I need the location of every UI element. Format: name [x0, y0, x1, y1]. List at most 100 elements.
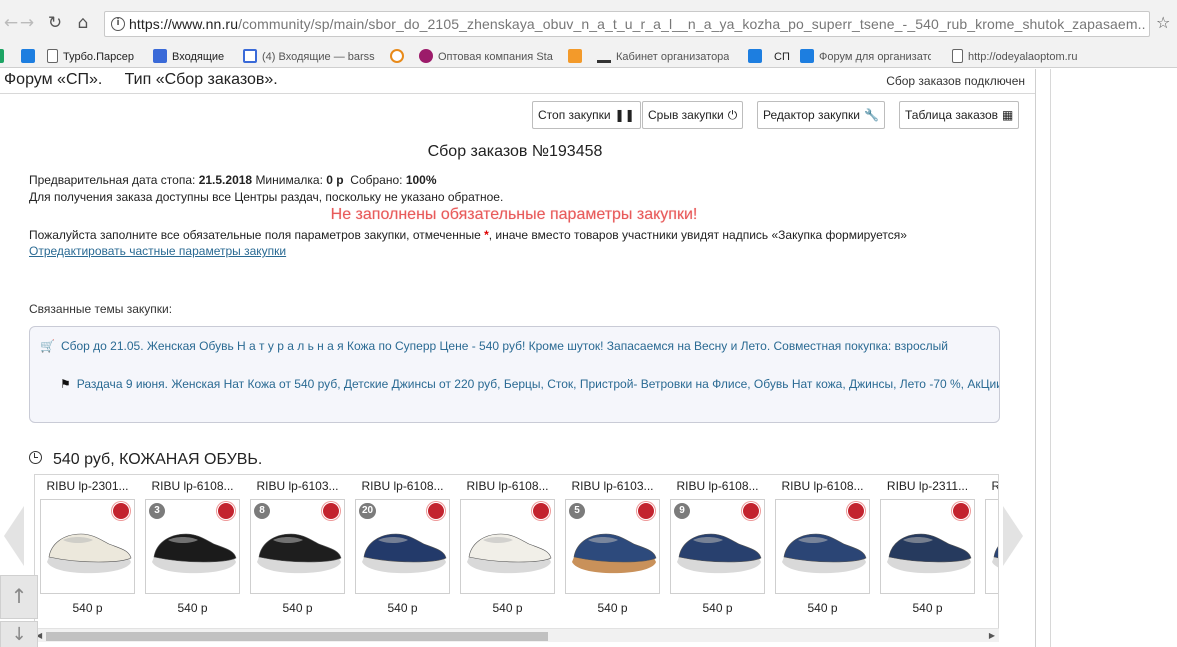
horizontal-scrollbar[interactable]: ◀ ▶ [34, 628, 999, 642]
scroll-to-top-button[interactable]: ↑ [0, 575, 38, 619]
fill-note-text: Пожалуйста заполните все обязательные по… [29, 228, 485, 242]
product-price: 540 р [177, 601, 208, 615]
product-name[interactable]: RIBU lp-6108... [455, 479, 560, 493]
product-name[interactable]: RIBU lp-6108... [980, 479, 998, 493]
stock-count-badge: 3 [149, 503, 165, 519]
bookmark-odeyala[interactable]: http://odeyalaoptom.ru [952, 49, 1086, 65]
product-image[interactable]: 5 [565, 499, 660, 594]
related-topics-box: 🛒 Сбор до 21.05. Женская Обувь Н а т у р … [29, 326, 1000, 423]
product-name[interactable]: RIBU lp-2311... [875, 479, 980, 493]
related-topic-text: Раздача 9 июня. Женская Нат Кожа от 540 … [76, 377, 1000, 391]
brand-logo-icon [532, 502, 550, 520]
bookmark-label: http://odeyalaoptom.ru [968, 51, 1078, 63]
inbox-icon [243, 49, 257, 63]
flag-icon: ⚑ [60, 377, 71, 391]
bookmark-cabinet[interactable]: Кабинет организатора [597, 49, 729, 65]
table-icon: ▦ [1002, 108, 1014, 122]
product-name[interactable]: RIBU lp-2301... [35, 479, 140, 493]
stock-count-badge: 20 [359, 503, 377, 519]
wrench-icon: 🔧 [864, 108, 879, 122]
product-image[interactable] [985, 499, 998, 594]
bookmarks-bar: Турбо.Парсер Входящие (4) Входящие — bar… [0, 46, 1177, 68]
brand-logo-icon [112, 502, 130, 520]
product-name[interactable]: RIBU lp-6108... [665, 479, 770, 493]
purchase-editor-button[interactable]: Редактор закупки 🔧 [757, 101, 885, 129]
divider [1035, 69, 1036, 647]
bookmark-forum-org[interactable]: Форум для организато [800, 49, 931, 65]
brand-logo-icon [952, 502, 970, 520]
product-card[interactable]: RIBU lp-6108... 540 р [770, 475, 875, 615]
product-price: 540 р [387, 601, 418, 615]
product-card[interactable]: RIBU lp-6108... 540 р [455, 475, 560, 615]
product-name[interactable]: RIBU lp-6108... [770, 479, 875, 493]
bookmark-r[interactable] [568, 49, 587, 65]
cart-icon [597, 49, 611, 63]
bookmark-sp[interactable]: СП [748, 49, 790, 65]
fill-params-note: Пожалуйста заполните все обязательные по… [29, 228, 907, 242]
bookmark-inbox[interactable]: Входящие [153, 49, 224, 65]
scroll-to-bottom-button[interactable]: ↓ [0, 621, 38, 647]
section-title: 540 руб, КОЖАНАЯ ОБУВЬ. [53, 451, 263, 468]
stock-count-badge: 8 [254, 503, 270, 519]
cart-icon: 🛒 [40, 339, 55, 353]
stop-purchase-button[interactable]: Стоп закупки ❚❚ [532, 101, 641, 129]
cancel-purchase-label: Срыв закупки [648, 108, 724, 122]
shoe-icon [992, 546, 998, 568]
bookmark-apps[interactable] [0, 49, 9, 65]
forward-icon[interactable]: → [18, 14, 36, 32]
bookmark-turbo-parser[interactable]: Турбо.Парсер [47, 49, 134, 65]
info-icon[interactable]: i [111, 17, 125, 31]
product-card[interactable]: RIBU lp-6108... 9 540 р [665, 475, 770, 615]
product-image[interactable] [775, 499, 870, 594]
product-name[interactable]: RIBU lp-6108... [350, 479, 455, 493]
home-icon[interactable]: ⌂ [74, 14, 92, 32]
product-image[interactable]: 20 [355, 499, 450, 594]
reload-icon[interactable]: ↻ [46, 14, 64, 32]
collected-label: Собрано: [350, 173, 403, 187]
related-topic-link-2[interactable]: ⚑ Раздача 9 июня. Женская Нат Кожа от 540… [40, 375, 1000, 394]
product-image[interactable] [40, 499, 135, 594]
page-content: Форум «СП». Тип «Сбор заказов». Сбор зак… [0, 69, 1177, 647]
carousel-next-icon[interactable] [1003, 506, 1023, 566]
product-card[interactable]: RIBU lp-6108... 20 540 р [350, 475, 455, 615]
product-name[interactable]: RIBU lp-6108... [140, 479, 245, 493]
product-card[interactable]: RIBU lp-6103... 8 540 р [245, 475, 350, 615]
orders-table-button[interactable]: Таблица заказов ▦ [899, 101, 1020, 129]
product-image[interactable] [880, 499, 975, 594]
brand-logo-icon [847, 502, 865, 520]
scroll-right-icon[interactable]: ▶ [989, 629, 995, 643]
bookmark-g[interactable] [390, 49, 409, 65]
product-price: 540 р [702, 601, 733, 615]
product-card[interactable]: RIBU lp-2311... 540 р [875, 475, 980, 615]
related-topic-link-1[interactable]: 🛒 Сбор до 21.05. Женская Обувь Н а т у р … [40, 337, 990, 356]
product-card[interactable]: RIBU lp-6108... [980, 475, 998, 615]
required-params-warning: Не заполнены обязательные параметры заку… [330, 206, 698, 223]
carousel-prev-icon[interactable] [4, 506, 24, 566]
windows-icon [748, 49, 762, 63]
page-icon [952, 49, 963, 63]
bookmark-label: Входящие [172, 51, 225, 63]
product-image[interactable]: 8 [250, 499, 345, 594]
product-card[interactable]: RIBU lp-6103... 5 540 р [560, 475, 665, 615]
scrollbar-thumb[interactable] [46, 632, 548, 641]
stock-count-badge: 9 [674, 503, 690, 519]
bookmark-optovaya[interactable]: Оптовая компания Sta [419, 49, 553, 65]
bookmark-windows[interactable] [21, 49, 40, 65]
edit-params-link[interactable]: Отредактировать частные параметры закупк… [29, 244, 286, 258]
product-image[interactable] [460, 499, 555, 594]
cancel-purchase-button[interactable]: Срыв закупки ⏻ [642, 101, 744, 129]
order-summary: Предварительная дата стопа: 21.5.2018 Ми… [29, 173, 437, 187]
product-image[interactable]: 9 [670, 499, 765, 594]
store-icon [419, 49, 433, 63]
url-field[interactable]: i https://www.nn.ru/community/sp/main/sb… [104, 11, 1150, 37]
product-name[interactable]: RIBU lp-6103... [245, 479, 350, 493]
bookmark-label: Кабинет организатора [616, 51, 729, 63]
product-card[interactable]: RIBU lp-2301... 540 р [35, 475, 140, 615]
url-path: /community/sp/main/sbor_do_2105_zhenskay… [238, 16, 1145, 32]
bookmark-inbox-barss[interactable]: (4) Входящие — barss [243, 49, 379, 65]
minimum-value: 0 р [326, 173, 344, 187]
product-image[interactable]: 3 [145, 499, 240, 594]
bookmark-star-icon[interactable]: ☆ [1156, 13, 1170, 32]
product-name[interactable]: RIBU lp-6103... [560, 479, 665, 493]
product-card[interactable]: RIBU lp-6108... 3 540 р [140, 475, 245, 615]
